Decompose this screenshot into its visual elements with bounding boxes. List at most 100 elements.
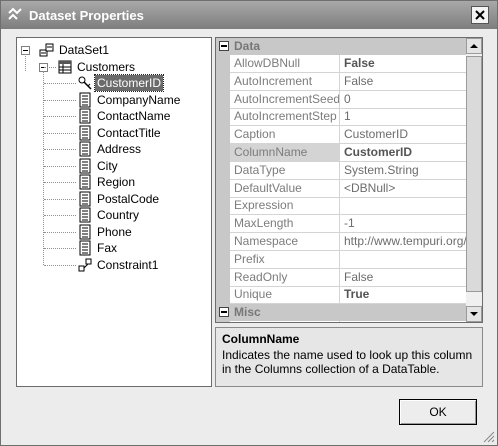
tree-item-label: Constraint1 bbox=[97, 257, 159, 272]
arrow-up-icon bbox=[470, 44, 478, 48]
category-data[interactable]: Data bbox=[216, 38, 466, 55]
tree-connector bbox=[44, 83, 76, 84]
window-title: Dataset Properties bbox=[29, 8, 144, 23]
category-label: Misc bbox=[234, 305, 261, 320]
column-icon bbox=[77, 240, 93, 256]
row-gutter bbox=[216, 268, 230, 287]
close-icon bbox=[475, 10, 485, 20]
tree-connector bbox=[44, 99, 76, 101]
column-icon bbox=[77, 92, 93, 108]
property-name: AllowDBNull bbox=[230, 55, 340, 72]
resize-grip-icon[interactable] bbox=[481, 429, 495, 443]
property-name: Namespace bbox=[230, 233, 340, 250]
scroll-down-button[interactable] bbox=[466, 306, 482, 322]
row-gutter bbox=[216, 179, 230, 198]
property-row[interactable]: AutoIncrementStep 1 bbox=[216, 108, 466, 127]
tree-item-label: City bbox=[97, 158, 118, 173]
property-row[interactable]: Namespace http://www.tempuri.org/ bbox=[216, 233, 466, 251]
tree-item-label: ContactName bbox=[97, 109, 171, 123]
property-name: AutoIncrementStep bbox=[230, 108, 340, 126]
property-name: Caption bbox=[230, 126, 340, 144]
tree-item-label: Country bbox=[97, 208, 140, 222]
category-label: Data bbox=[234, 39, 261, 53]
table-icon bbox=[57, 59, 73, 75]
property-value[interactable]: System.String bbox=[340, 162, 466, 179]
property-value[interactable]: False bbox=[340, 73, 466, 90]
ok-button[interactable]: OK bbox=[399, 399, 477, 425]
property-value[interactable]: CustomerID bbox=[340, 126, 466, 143]
tree-connector bbox=[44, 215, 76, 216]
property-row[interactable]: Prefix bbox=[216, 250, 466, 269]
close-button[interactable] bbox=[471, 6, 489, 24]
constraint-icon bbox=[77, 257, 93, 273]
property-row[interactable]: Caption CustomerID bbox=[216, 126, 466, 145]
property-grid[interactable]: Data AllowDBNull False AutoIncrement False Au… bbox=[215, 37, 483, 323]
column-icon bbox=[77, 125, 93, 141]
property-value[interactable]: Element bbox=[340, 321, 466, 322]
property-grid-scrollbar[interactable] bbox=[466, 38, 482, 322]
property-value[interactable] bbox=[340, 197, 466, 214]
row-gutter bbox=[216, 215, 230, 234]
tree-connector bbox=[25, 54, 26, 71]
row-gutter bbox=[216, 197, 230, 216]
dataset-tree-view[interactable]: DataSet1 Customers CustomerID CompanyName Co… bbox=[16, 37, 212, 387]
tree-connector bbox=[44, 149, 76, 150]
property-value[interactable]: 0 bbox=[340, 91, 466, 108]
property-row[interactable]: AllowDBNull False bbox=[216, 55, 466, 73]
tree-item-dataset[interactable]: DataSet1 bbox=[17, 42, 207, 58]
property-name: DefaultValue bbox=[230, 179, 340, 197]
property-value[interactable]: False bbox=[340, 55, 466, 72]
property-value[interactable]: False bbox=[340, 269, 466, 286]
scroll-thumb[interactable] bbox=[466, 56, 482, 292]
row-gutter bbox=[216, 250, 230, 269]
category-misc[interactable]: Misc bbox=[216, 304, 466, 322]
property-value[interactable]: CustomerID bbox=[340, 144, 466, 161]
tree-item-label: CompanyName bbox=[97, 92, 181, 107]
description-panel: ColumnName Indicates the name used to lo… bbox=[215, 327, 483, 387]
property-name: ColumnName bbox=[230, 144, 340, 161]
tree-item-label: Region bbox=[97, 175, 136, 189]
property-row[interactable]: DefaultValue <DBNull> bbox=[216, 179, 466, 198]
row-gutter bbox=[216, 233, 230, 251]
app-icon bbox=[8, 7, 22, 20]
tree-item-label: DataSet1 bbox=[59, 43, 110, 57]
property-row[interactable]: AutoIncrementSeed 0 bbox=[216, 90, 466, 109]
property-name: AutoIncrementSeed bbox=[230, 90, 340, 108]
row-gutter bbox=[216, 161, 230, 180]
property-row[interactable]: ReadOnly False bbox=[216, 268, 466, 287]
property-name: Unique bbox=[230, 286, 340, 304]
property-value[interactable]: <DBNull> bbox=[340, 180, 466, 197]
property-row[interactable]: Expression bbox=[216, 197, 466, 216]
row-gutter bbox=[216, 144, 230, 162]
tree-connector bbox=[44, 165, 76, 167]
collapse-toggle-icon[interactable] bbox=[219, 41, 229, 51]
tree-connector bbox=[44, 182, 76, 183]
property-row[interactable]: AutoIncrement False bbox=[216, 72, 466, 91]
property-row[interactable]: Unique True bbox=[216, 286, 466, 305]
property-row[interactable]: ColumnMappingElement bbox=[216, 321, 466, 322]
property-value[interactable] bbox=[340, 251, 466, 268]
property-name: AutoIncrement bbox=[230, 72, 340, 90]
column-icon bbox=[77, 191, 93, 207]
dialog-window: Dataset Properties DataSet1 Customers Cust… bbox=[0, 0, 498, 446]
property-value[interactable]: -1 bbox=[340, 215, 466, 232]
row-gutter bbox=[216, 126, 230, 145]
property-row[interactable]: DataType System.String bbox=[216, 161, 466, 180]
property-row[interactable]: ColumnName CustomerID bbox=[216, 144, 466, 162]
scroll-up-button[interactable] bbox=[466, 38, 482, 54]
tree-item-label: ContactTitle bbox=[97, 125, 161, 140]
property-value[interactable]: 1 bbox=[340, 108, 466, 125]
tree-connector bbox=[44, 198, 76, 200]
tree-connector bbox=[44, 66, 56, 68]
column-icon bbox=[77, 224, 93, 240]
property-row[interactable]: MaxLength -1 bbox=[216, 215, 466, 234]
collapse-toggle-icon[interactable] bbox=[219, 307, 229, 318]
tree-item-label: Customers bbox=[77, 59, 136, 74]
description-text: Indicates the name used to look up this … bbox=[222, 348, 473, 376]
property-value[interactable]: True bbox=[340, 286, 466, 303]
property-name: ReadOnly bbox=[230, 268, 340, 286]
dataset-icon bbox=[39, 42, 55, 58]
tree-item-label: Address bbox=[97, 142, 142, 156]
title-bar[interactable]: Dataset Properties bbox=[1, 1, 497, 29]
property-value[interactable]: http://www.tempuri.org/ bbox=[340, 233, 466, 250]
